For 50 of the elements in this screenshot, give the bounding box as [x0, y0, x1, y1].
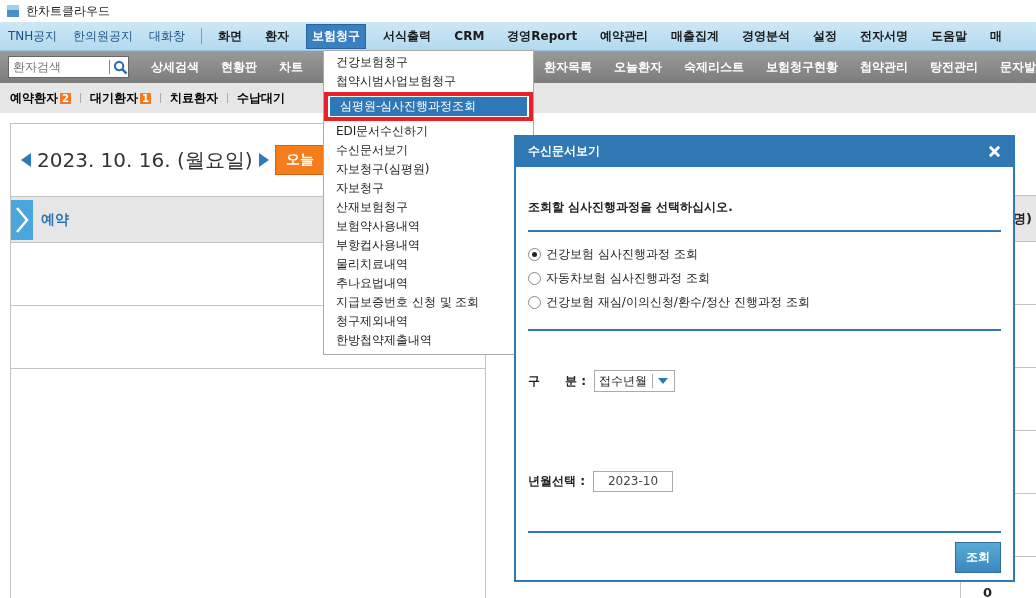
menu-item[interactable]: 건강보험청구 — [326, 53, 531, 72]
menu-item[interactable]: 전자서명 — [854, 23, 915, 49]
previous-icon[interactable] — [20, 152, 32, 168]
menu-item[interactable]: 도움말 — [925, 23, 974, 49]
notice-link[interactable]: TNH공지 — [8, 27, 58, 45]
close-icon[interactable] — [988, 144, 1001, 158]
search-icon[interactable] — [113, 59, 128, 75]
table-cell: 0 — [983, 585, 993, 598]
next-icon[interactable] — [257, 152, 270, 168]
section-title: 예약 — [41, 210, 69, 229]
patient-tab[interactable]: 치료환자 — [169, 89, 218, 107]
option-label[interactable]: 건강보험 재심/이의신청/환수/정산 진행과정 조회 — [546, 294, 810, 311]
notice-link[interactable]: 한의원공지 — [73, 27, 134, 45]
menu-item[interactable]: CRM — [448, 25, 491, 47]
input-field[interactable]: 2023-10 — [593, 470, 673, 492]
radio-button[interactable] — [528, 272, 541, 285]
menu-item[interactable]: 보험청구 — [306, 23, 367, 49]
option-label[interactable]: 자동차보험 심사진행과정 조회 — [546, 270, 710, 287]
field-label: 구 분 : — [528, 372, 587, 390]
menu-item[interactable]: 경영Report — [501, 23, 584, 49]
menu-item[interactable]: 환자 — [259, 23, 296, 49]
menu-item[interactable]: 화면 — [212, 23, 249, 49]
radio-button[interactable] — [528, 296, 541, 309]
count-badge: 2 — [60, 92, 71, 104]
search-field[interactable]: 환자검색 — [8, 56, 129, 78]
field-label: 년월선택 : — [528, 472, 585, 490]
patient-tab[interactable]: 수납대기 — [236, 89, 285, 107]
radio-button[interactable] — [528, 248, 541, 261]
menu-item[interactable]: 설정 — [807, 23, 844, 49]
app-logo-icon — [6, 4, 20, 18]
notice-link[interactable]: 대화창 — [149, 27, 186, 45]
menu-item[interactable]: 첩약시범사업보험청구 — [326, 72, 531, 91]
menu-item[interactable]: 경영분석 — [736, 23, 797, 49]
caret-icon[interactable] — [658, 378, 669, 385]
count-badge: 1 — [139, 92, 151, 104]
chevron-icon[interactable] — [11, 199, 33, 240]
menu-item[interactable]: EDI문서수신하기 — [326, 122, 531, 141]
menu-item[interactable]: 예약관리 — [594, 23, 655, 49]
option-label[interactable]: 건강보험 심사진행과정 조회 — [546, 246, 698, 263]
patient-tab[interactable]: 대기환자 — [89, 89, 138, 107]
menu-item[interactable]: 서식출력 — [377, 23, 438, 49]
prompt-text: 조회할 심사진행과정을 선택하십시오. — [528, 199, 734, 216]
dialog-title: 수신문서보기 — [528, 142, 600, 160]
menu-item[interactable]: 매출집계 — [665, 23, 726, 49]
patient-tab[interactable]: 예약환자 — [10, 89, 58, 107]
select-field[interactable]: 접수년월 — [594, 370, 676, 393]
menu-item[interactable]: 매 — [984, 23, 1009, 49]
window-title: 한차트클라우드 — [26, 2, 110, 20]
menu-item[interactable]: 심평원-심사진행과정조회 — [330, 97, 527, 116]
date-label: 2023. 10. 16. (월요일) — [37, 146, 253, 174]
